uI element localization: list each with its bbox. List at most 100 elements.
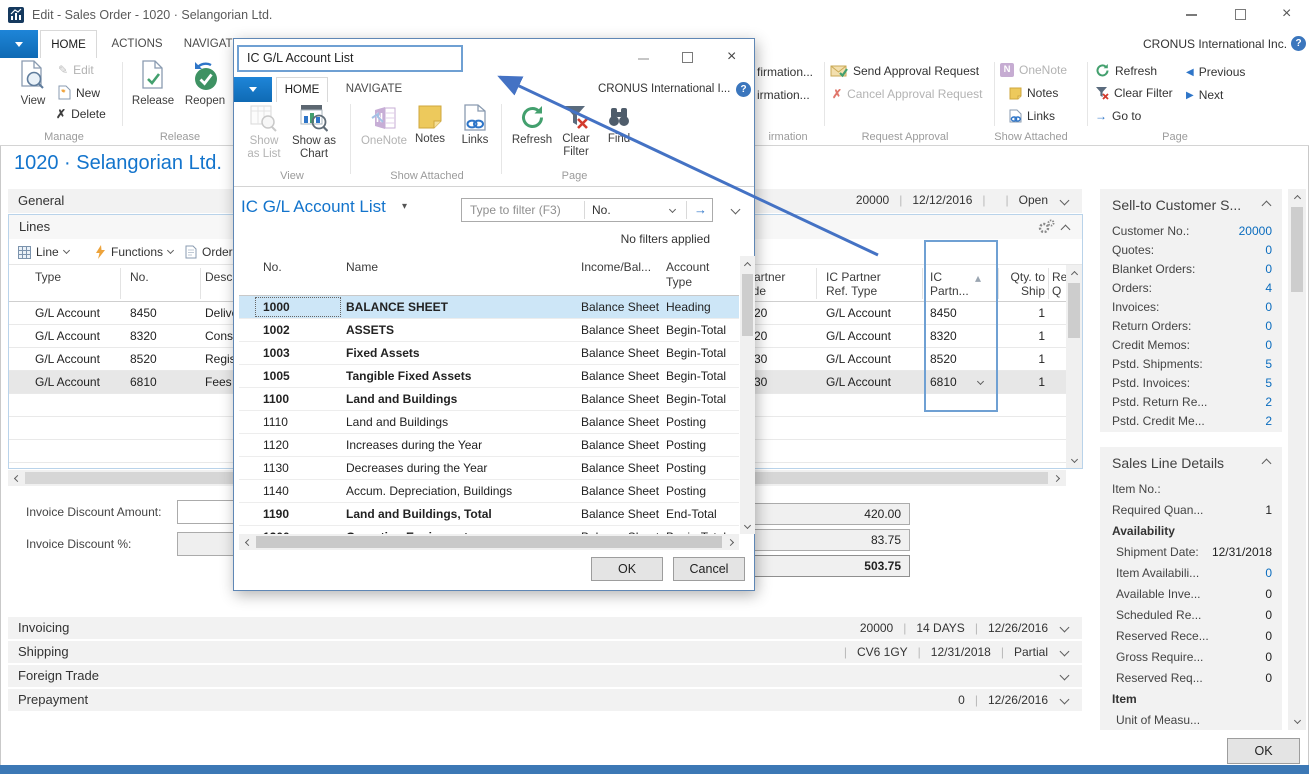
field-value[interactable]: 0 [1265, 566, 1272, 580]
filter-column-dropdown-icon[interactable] [669, 206, 676, 213]
summary-value[interactable]: 20000 [856, 193, 889, 207]
column-qty-to-ship[interactable]: Qty. toShip [975, 270, 1045, 298]
refresh-button[interactable]: Refresh [1095, 63, 1157, 78]
close-icon[interactable]: × [1282, 6, 1291, 22]
dialog-account-row[interactable]: 1120Increases during the YearBalance She… [239, 434, 739, 457]
scroll-right-icon[interactable] [1053, 474, 1060, 481]
go-to-button[interactable]: → Go to [1095, 109, 1141, 123]
minimize-button[interactable] [1186, 14, 1197, 16]
column-account-type[interactable]: AccountType [666, 260, 709, 290]
ok-button[interactable]: OK [1227, 738, 1300, 764]
line-menu-button[interactable]: Line [18, 242, 69, 262]
scroll-up-icon[interactable] [744, 262, 751, 269]
field-value[interactable]: 20000 [1239, 224, 1272, 238]
dialog-refresh-button[interactable]: Refresh [509, 104, 555, 147]
fasttab-invoicing[interactable]: Invoicing20000|14 DAYS|12/26/2016 [8, 617, 1082, 639]
expand-icon[interactable] [1060, 647, 1070, 657]
confirmation-button-1[interactable]: firmation... [757, 65, 813, 79]
previous-button[interactable]: ◀ Previous [1186, 65, 1245, 79]
dialog-account-row[interactable]: 1110Land and BuildingsBalance SheetPosti… [239, 411, 739, 434]
field-value[interactable]: 4 [1265, 281, 1272, 295]
lines-collapse-icon[interactable] [1061, 225, 1071, 235]
maximize-button[interactable] [1235, 9, 1246, 20]
dialog-account-row[interactable]: 1200Operating EquipmentBalance SheetBegi… [239, 526, 739, 534]
column-ic-partner-ref-type[interactable]: IC PartnerRef. Type [826, 270, 881, 298]
dialog-links-button[interactable]: Links [454, 104, 496, 147]
summary-value[interactable]: Open [1019, 193, 1048, 207]
dialog-onenote-button[interactable]: OneNote [358, 104, 410, 148]
edit-button[interactable]: ✎Edit [58, 63, 94, 77]
scrollbar-thumb[interactable] [256, 536, 722, 548]
confirmation-button-2[interactable]: irmation... [757, 88, 810, 102]
scrollbar-thumb[interactable] [742, 274, 753, 336]
column-description[interactable]: Desc [205, 270, 232, 284]
column-ic-partner-ref[interactable]: ICPartn... [930, 270, 969, 298]
fasttab-shipping[interactable]: Shipping|CV6 1GY|12/31/2018|Partial [8, 641, 1082, 663]
show-as-chart-button[interactable]: Show as Chart [288, 104, 340, 160]
scroll-down-icon[interactable] [1070, 455, 1077, 462]
field-value[interactable]: 2 [1265, 414, 1272, 428]
clear-filter-button[interactable]: Clear Filter [1095, 86, 1173, 100]
scroll-down-icon[interactable] [744, 521, 751, 528]
delete-button[interactable]: ✗Delete [56, 107, 106, 121]
new-button[interactable]: New [58, 85, 100, 100]
view-button[interactable]: View [10, 60, 56, 108]
dialog-application-menu-button[interactable] [234, 77, 272, 102]
lines-vertical-scrollbar[interactable] [1066, 265, 1082, 468]
general-expand-icon[interactable] [1060, 196, 1070, 206]
dialog-tab-home[interactable]: HOME [276, 77, 328, 102]
field-value[interactable]: 0 [1265, 243, 1272, 257]
field-value[interactable]: 5 [1265, 376, 1272, 390]
dialog-close-icon[interactable]: × [727, 49, 736, 65]
dialog-minimize-button[interactable] [638, 58, 649, 60]
send-approval-request-button[interactable]: Send Approval Request [830, 64, 979, 78]
column-name[interactable]: Name [346, 260, 378, 275]
filter-column-select[interactable]: No. [592, 203, 611, 217]
help-icon[interactable]: ? [1291, 36, 1306, 51]
scroll-right-icon[interactable] [726, 538, 733, 545]
field-value[interactable]: 0 [1265, 262, 1272, 276]
order-button[interactable]: Order [185, 242, 233, 262]
scroll-up-icon[interactable] [1070, 271, 1077, 278]
scroll-up-icon[interactable] [1293, 195, 1300, 202]
dialog-account-row[interactable]: 1002ASSETSBalance SheetBegin-Total [239, 319, 739, 342]
fasttab-foreign-trade[interactable]: Foreign Trade [8, 665, 1082, 687]
tab-actions[interactable]: ACTIONS [105, 30, 169, 58]
dialog-ok-button[interactable]: OK [591, 557, 663, 581]
field-value[interactable]: 0 [1265, 319, 1272, 333]
column-no[interactable]: No. [263, 260, 282, 275]
dialog-tab-navigate[interactable]: NAVIGATE [336, 77, 412, 102]
scrollbar-thumb[interactable] [1068, 283, 1080, 338]
dialog-help-icon[interactable]: ? [736, 82, 751, 97]
dialog-account-row[interactable]: 1000BALANCE SHEETBalance SheetHeading [239, 296, 739, 319]
field-value[interactable]: 2 [1265, 395, 1272, 409]
caption-dropdown-icon[interactable]: ▾ [402, 201, 407, 212]
dialog-account-row[interactable]: 1140Accum. Depreciation, BuildingsBalanc… [239, 480, 739, 503]
dialog-horizontal-scrollbar[interactable] [239, 534, 739, 550]
dialog-maximize-button[interactable] [682, 52, 693, 63]
application-menu-button[interactable] [0, 30, 38, 58]
column-income-balance[interactable]: Income/Bal... [581, 260, 651, 275]
release-button[interactable]: Release [128, 60, 178, 108]
scroll-left-icon[interactable] [13, 474, 20, 481]
tab-home[interactable]: HOME [40, 30, 97, 58]
notes-button[interactable]: Notes [1009, 86, 1058, 100]
dialog-notes-button[interactable]: Notes [407, 104, 453, 146]
cancel-approval-request-button[interactable]: ✗ Cancel Approval Request [832, 87, 982, 101]
links-button[interactable]: Links [1009, 109, 1055, 123]
field-value[interactable]: 0 [1265, 300, 1272, 314]
dialog-account-row[interactable]: 1130Decreases during the YearBalance She… [239, 457, 739, 480]
onenote-button[interactable]: N OneNote [1000, 63, 1067, 77]
reopen-button[interactable]: Reopen [178, 60, 232, 108]
dialog-title-field[interactable]: IC G/L Account List [237, 45, 463, 72]
field-value[interactable]: 0 [1265, 338, 1272, 352]
dialog-collapse-icon[interactable] [731, 205, 741, 215]
scroll-left-icon[interactable] [244, 538, 251, 545]
dialog-cancel-button[interactable]: Cancel [673, 557, 745, 581]
factbox-collapse-icon[interactable] [1262, 201, 1272, 211]
fasttab-prepayment[interactable]: Prepayment0|12/26/2016 [8, 689, 1082, 711]
dialog-account-row[interactable]: 1005Tangible Fixed AssetsBalance SheetBe… [239, 365, 739, 388]
filter-input[interactable]: Type to filter (F3) [470, 203, 561, 217]
expand-icon[interactable] [1060, 623, 1070, 633]
dialog-clear-filter-button[interactable]: Clear Filter [556, 104, 596, 158]
